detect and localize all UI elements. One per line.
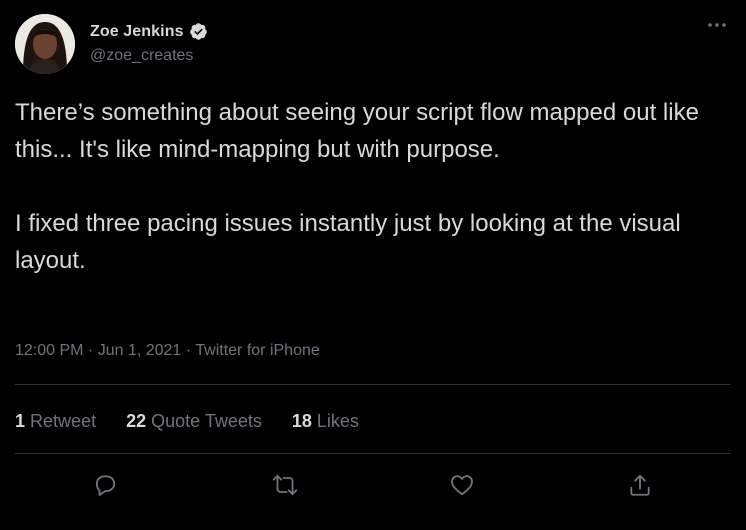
tweet-text: There’s something about seeing your scri… (15, 99, 699, 274)
retweets-label: Retweet (30, 411, 97, 431)
tweet-meta[interactable]: 12:00 PM · Jun 1, 2021 · Twitter for iPh… (15, 342, 320, 360)
likes-label: Likes (316, 411, 359, 431)
action-bar (0, 466, 746, 504)
retweet-icon[interactable] (270, 470, 300, 500)
quote-tweets-label: Quote Tweets (151, 411, 262, 431)
tweet-header: Zoe Jenkins @zoe_creates (15, 14, 734, 76)
author-names: Zoe Jenkins @zoe_creates (90, 22, 208, 65)
more-options-icon[interactable] (706, 14, 728, 36)
divider (15, 384, 731, 385)
likes-stat[interactable]: 18 Likes (292, 411, 359, 432)
engagement-stats: 1 Retweet 22 Quote Tweets 18 Likes (15, 411, 389, 432)
likes-count: 18 (291, 411, 312, 431)
retweets-stat[interactable]: 1 Retweet (15, 411, 96, 432)
quote-tweets-stat[interactable]: 22 Quote Tweets (126, 411, 262, 432)
avatar[interactable] (15, 14, 75, 74)
quote-tweets-count: 22 (126, 411, 147, 431)
reply-icon[interactable] (90, 470, 120, 500)
share-icon[interactable] (625, 470, 655, 500)
divider (15, 453, 731, 454)
retweets-count: 1 (15, 411, 26, 431)
verified-badge-icon (189, 22, 208, 41)
handle[interactable]: @zoe_creates (90, 47, 208, 65)
display-name-row: Zoe Jenkins (90, 22, 208, 41)
display-name[interactable]: Zoe Jenkins (90, 23, 184, 41)
like-icon[interactable] (447, 470, 477, 500)
